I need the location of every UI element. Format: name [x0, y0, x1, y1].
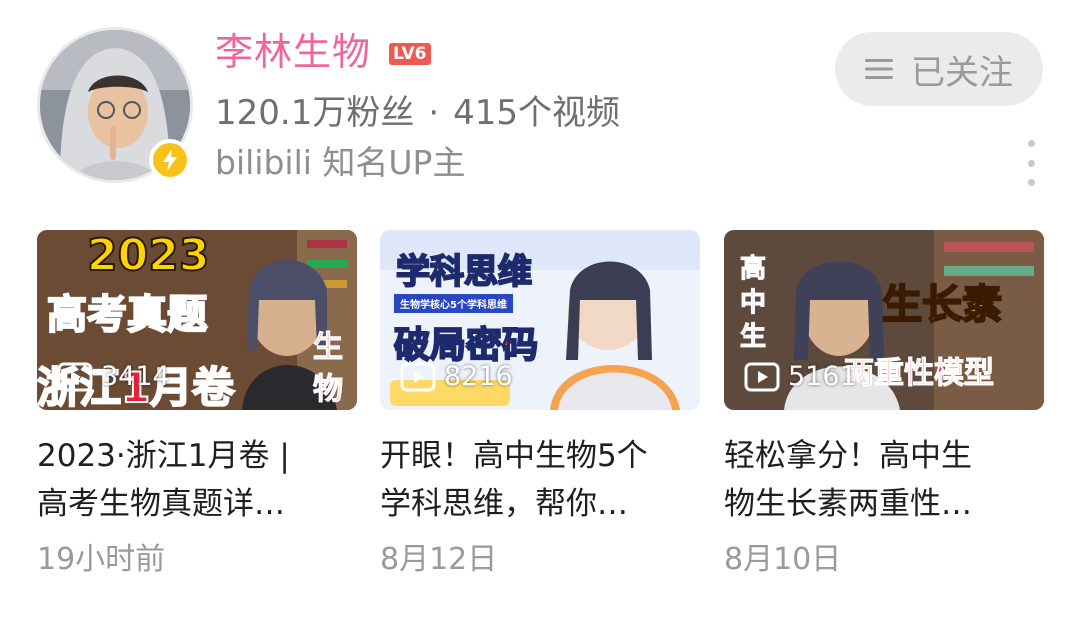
menu-lines-icon [865, 57, 895, 81]
video-thumbnail[interactable]: 高 中 生 生长素 两重性模型 5161 [724, 230, 1044, 410]
video-title[interactable]: 2023·浙江1月卷 | 高考生物真题详… [37, 432, 357, 528]
avatar[interactable] [37, 27, 193, 183]
view-count-value: 8216 [444, 361, 513, 392]
view-count: 5161 [744, 361, 857, 392]
video-title-line: 2023·浙江1月卷 | [37, 438, 290, 474]
video-date: 19小时前 [37, 542, 166, 577]
view-count: 3414 [57, 361, 170, 392]
thumb-text: 学科思维 [395, 251, 533, 293]
video-thumbnail[interactable]: 学科思维 生物学核心5个学科思维 破局密码 8216 [380, 230, 700, 410]
more-dot [1027, 179, 1035, 186]
follow-button-label: 已关注 [911, 52, 1013, 93]
video-title[interactable]: 开眼！高中生物5个 学科思维，帮你… [380, 432, 700, 528]
view-count-value: 3414 [101, 361, 170, 392]
more-dot [1027, 159, 1035, 167]
certification-label: bilibili 知名UP主 [215, 143, 466, 182]
stats-separator: · [428, 93, 440, 133]
follow-button[interactable]: 已关注 [835, 32, 1043, 106]
lightning-verify-icon [153, 143, 187, 177]
play-icon [744, 362, 780, 392]
thumb-text: 2023 [86, 230, 210, 282]
video-title-line: 高考生物真题详… [37, 486, 285, 522]
more-dot [1027, 140, 1035, 147]
thumb-text: 物 [313, 372, 344, 408]
video-thumbnail[interactable]: 2023 高考真题 浙江1月卷 生 物 3414 [37, 230, 357, 410]
more-vertical-icon[interactable] [1018, 140, 1044, 186]
level-badge: LV6 [389, 43, 431, 65]
fans-count: 120.1万粉丝 [215, 93, 415, 133]
video-title[interactable]: 轻松拿分！高中生 物生长素两重性… [724, 432, 1044, 528]
thumb-text: 生长素 [881, 281, 1003, 329]
video-card[interactable]: 学科思维 生物学核心5个学科思维 破局密码 8216 开眼！高中生物5个 学科思… [380, 230, 700, 580]
thumb-text: 中 [739, 288, 767, 319]
video-card[interactable]: 高 中 生 生长素 两重性模型 5161 轻松拿分！高中生 物生长素两重性… 8… [724, 230, 1044, 580]
video-title-line: 物生长素两重性… [724, 486, 972, 522]
video-date: 8月10日 [724, 542, 842, 577]
video-title-line: 轻松拿分！高中生 [724, 438, 972, 474]
video-title-line: 开眼！高中生物5个 [380, 438, 648, 474]
channel-stats: 120.1万粉丝 · 415个视频 [215, 90, 620, 136]
channel-card: 李林生物 LV6 120.1万粉丝 · 415个视频 bilibili 知名UP主 … [0, 0, 1080, 623]
thumb-text: 高考真题 [46, 291, 208, 339]
play-icon [57, 362, 93, 392]
thumb-text: 生物学核心5个学科思维 [394, 294, 513, 313]
thumb-text: 高 [739, 254, 767, 285]
video-count: 415个视频 [453, 93, 621, 133]
thumb-text: 生 [739, 322, 767, 353]
view-count-value: 5161 [788, 361, 857, 392]
video-date: 8月12日 [380, 542, 498, 577]
video-title-line: 学科思维，帮你… [380, 486, 628, 522]
view-count: 8216 [400, 361, 513, 392]
play-icon [400, 362, 436, 392]
verify-badge [149, 139, 191, 181]
thumb-text: 两重性模型 [844, 356, 995, 392]
thumb-text: 生 [313, 330, 344, 366]
channel-name[interactable]: 李林生物 [215, 28, 371, 76]
video-card[interactable]: 2023 高考真题 浙江1月卷 生 物 3414 2023·浙江1月卷 | 高考… [37, 230, 357, 580]
channel-name-row: 李林生物 LV6 [215, 28, 431, 76]
